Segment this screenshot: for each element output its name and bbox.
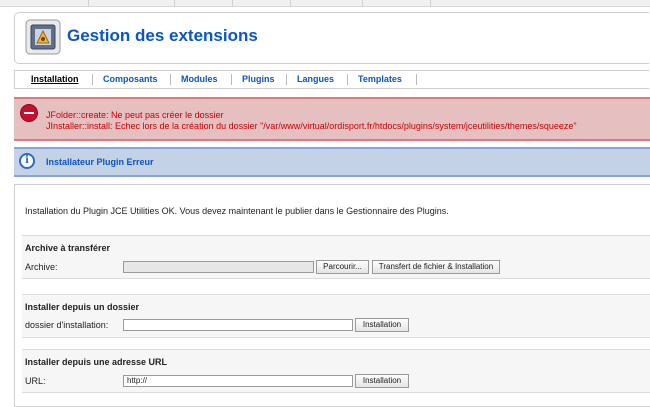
upload-install-button[interactable]: Transfert de fichier & Installation — [372, 260, 500, 274]
install-result-message: Installation du Plugin JCE Utilities OK.… — [25, 206, 449, 216]
archive-file-field[interactable] — [123, 261, 314, 273]
error-icon — [20, 104, 38, 122]
tab-installation[interactable]: Installation — [31, 74, 79, 84]
tab-separator — [347, 74, 348, 85]
tab-separator — [231, 74, 232, 85]
toolbar-divider — [362, 0, 363, 6]
upload-heading: Archive à transférer — [25, 243, 111, 253]
page-title: Gestion des extensions — [67, 26, 258, 45]
install-url-panel: Installer depuis une adresse URL URL: ht… — [22, 349, 650, 393]
error-message-box: JFolder::create: Ne peut pas créer le do… — [14, 97, 650, 141]
install-directory-input[interactable] — [123, 319, 353, 331]
directory-label: dossier d'installation: — [25, 320, 109, 330]
browse-button[interactable]: Parcourir... — [316, 260, 369, 274]
page-header: Gestion des extensions — [14, 12, 649, 64]
error-line: JFolder::create: Ne peut pas créer le do… — [46, 110, 224, 120]
toolbar-divider — [232, 0, 233, 6]
directory-install-button[interactable]: Installation — [355, 318, 409, 332]
notice-message: Installateur Plugin Erreur — [46, 157, 154, 167]
tab-separator — [286, 74, 287, 85]
tab-plugins[interactable]: Plugins — [242, 74, 275, 84]
top-toolbar-strip — [0, 0, 650, 7]
upload-package-panel: Archive à transférer Archive: Parcourir.… — [22, 235, 650, 279]
install-url-input[interactable]: http:// — [123, 375, 353, 387]
toolbar-divider — [290, 0, 291, 6]
install-content: Installation du Plugin JCE Utilities OK.… — [14, 184, 650, 407]
tab-composants[interactable]: Composants — [103, 74, 158, 84]
extension-manager-icon — [25, 19, 61, 55]
url-heading: Installer depuis une adresse URL — [25, 357, 168, 367]
install-directory-panel: Installer depuis un dossier dossier d'in… — [22, 294, 650, 338]
toolbar-divider — [174, 0, 175, 6]
url-install-button[interactable]: Installation — [355, 374, 409, 388]
archive-label: Archive: — [25, 262, 58, 272]
tab-langues[interactable]: Langues — [297, 74, 334, 84]
submenu-tabs: Installation Composants Modules Plugins … — [14, 70, 649, 89]
toolbar-divider — [430, 0, 431, 6]
toolbar-divider — [88, 0, 89, 6]
tab-separator — [170, 74, 171, 85]
error-line: JInstaller::install: Echec lors de la cr… — [46, 121, 577, 131]
notice-message-box: Installateur Plugin Erreur — [14, 147, 650, 177]
url-label: URL: — [25, 376, 46, 386]
tab-templates[interactable]: Templates — [358, 74, 402, 84]
tab-separator — [92, 74, 93, 85]
directory-heading: Installer depuis un dossier — [25, 302, 140, 312]
info-icon — [19, 153, 35, 169]
tab-modules[interactable]: Modules — [181, 74, 218, 84]
tab-separator — [416, 74, 417, 85]
